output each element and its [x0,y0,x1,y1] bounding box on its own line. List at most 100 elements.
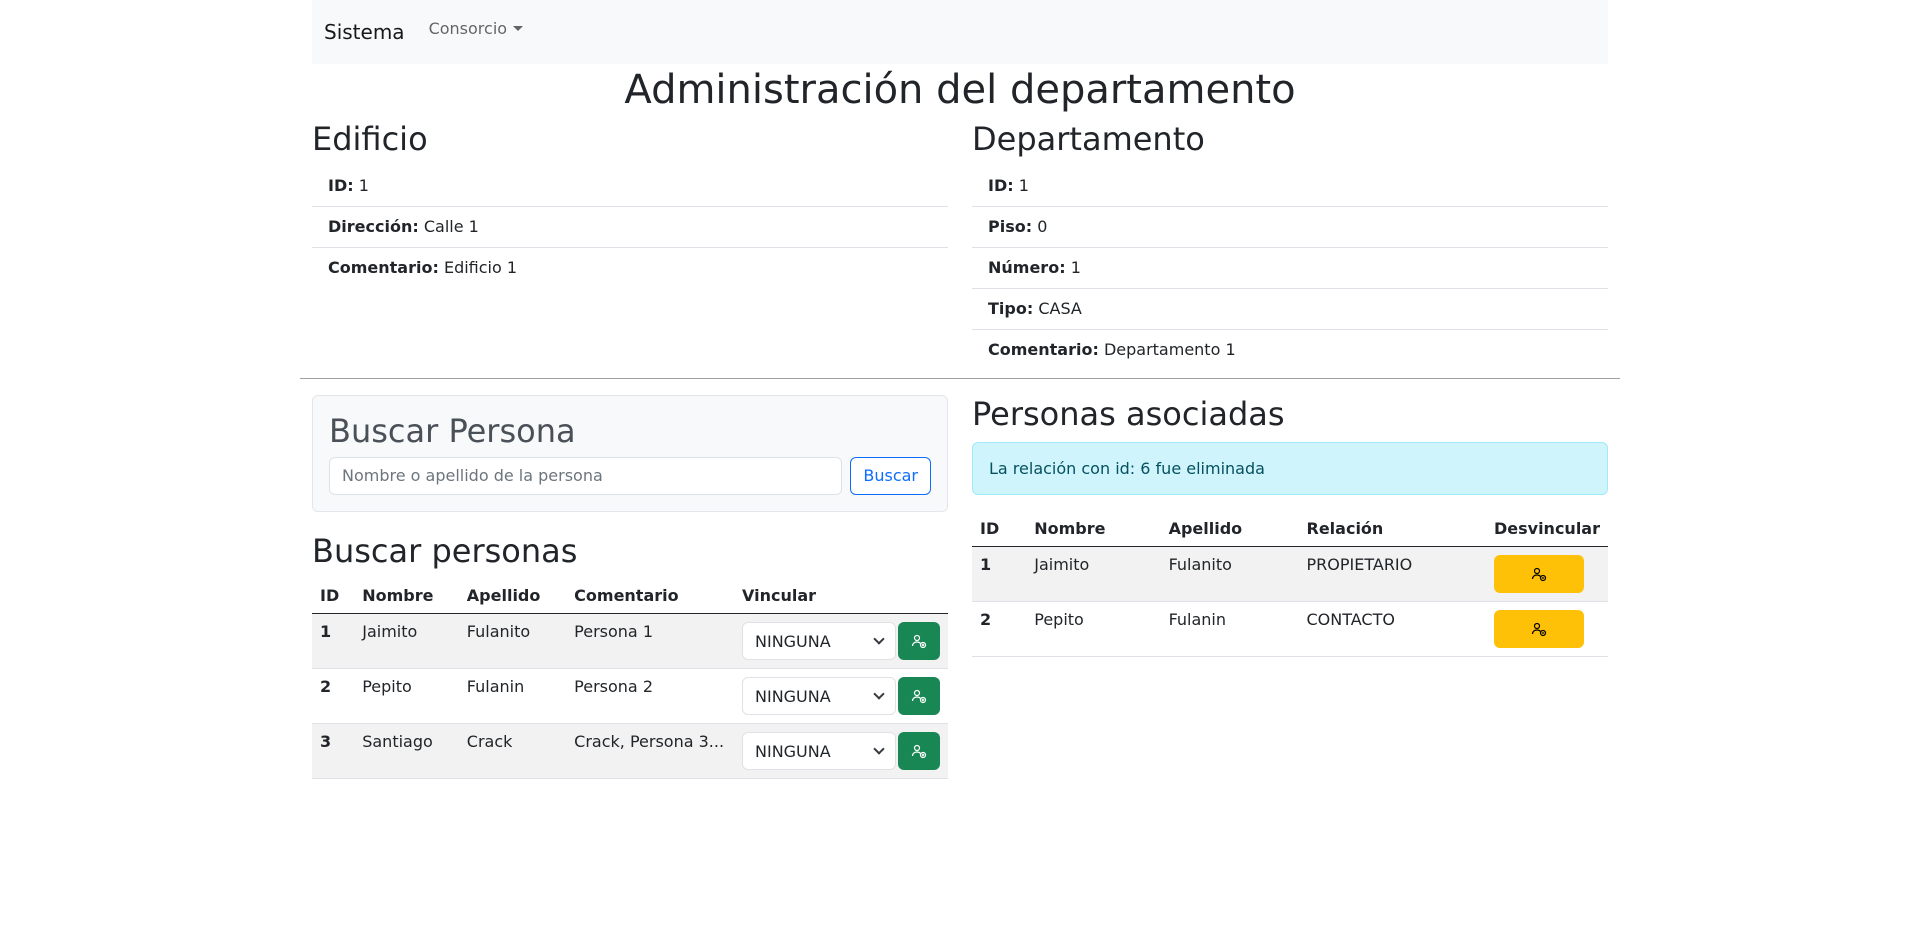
list-item: Comentario: Departamento 1 [972,330,1608,370]
info-row: Edificio ID: 1 Dirección: Calle 1 Coment… [312,114,1608,370]
cell-comentario: Persona 1 [566,613,734,670]
person-add-icon [911,690,927,704]
buscar-personas-title: Buscar personas [312,531,578,570]
table-row: 2 Pepito Fulanin CONTACTO [972,601,1608,657]
person-remove-icon [1531,622,1547,636]
cell-vincular: NINGUNA [734,613,948,670]
cell-id: 1 [312,613,355,670]
field-value: Departamento 1 [1103,340,1236,360]
departamento-section: Departamento ID: 1 Piso: 0 Número: 1 Tip… [972,114,1608,370]
relacion-select[interactable]: NINGUNA [742,732,896,771]
cell-vincular: NINGUNA [734,668,948,725]
col-header-vincular: Vincular [734,578,948,615]
person-add-icon [911,635,927,649]
col-header-id: ID [972,510,1027,547]
cell-apellido: Fulanito [1160,546,1299,602]
search-input[interactable] [329,456,843,495]
navbar: Sistema Consorcio [312,0,1608,64]
navbar-brand[interactable]: Sistema [324,20,405,44]
col-header-desvincular: Desvincular [1485,510,1608,547]
table-row: 3 Santiago Crack Crack, Persona 3... NIN… [312,723,948,780]
col-header-apellido: Apellido [1160,510,1299,547]
buscar-button[interactable]: Buscar [850,456,931,495]
cell-apellido: Fulanin [1160,601,1299,657]
cell-apellido: Fulanin [458,668,567,725]
field-label: Comentario: [328,258,439,278]
table-header-row: ID Nombre Apellido Comentario Vincular [312,578,948,615]
cell-nombre: Santiago [354,723,459,780]
vincular-button[interactable] [898,677,940,716]
list-item: Piso: 0 [972,207,1608,249]
consorcio-dropdown[interactable]: Consorcio [428,18,524,38]
desvincular-button[interactable] [1493,554,1584,593]
field-value: 1 [1070,258,1081,278]
col-header-apellido: Apellido [458,578,567,615]
personas-asociadas-title: Personas asociadas [972,395,1285,434]
departamento-title: Departamento [972,120,1205,158]
departamento-list: ID: 1 Piso: 0 Número: 1 Tipo: CASA Comen… [972,166,1608,370]
chevron-down-icon [873,633,885,645]
field-label: Piso: [988,217,1033,237]
relacion-select[interactable]: NINGUNA [742,622,896,661]
cell-nombre: Pepito [354,668,459,725]
list-item: Comentario: Edificio 1 [312,248,948,288]
desvincular-button[interactable] [1493,609,1584,648]
edificio-title: Edificio [312,120,428,158]
cell-id: 1 [972,546,1027,602]
table-row: 2 Pepito Fulanin Persona 2 NINGUNA [312,668,948,725]
field-value: CASA [1038,299,1082,319]
cell-comentario: Persona 2 [566,668,734,725]
field-label: Comentario: [988,340,1099,360]
cell-vincular: NINGUNA [734,723,948,780]
section-divider [300,378,1620,380]
field-value: Calle 1 [423,217,479,237]
cell-comentario: Crack, Persona 3... [566,723,734,780]
personas-asociadas-table: ID Nombre Apellido Relación Desvincular … [972,510,1608,657]
cell-relacion: CONTACTO [1298,601,1486,657]
person-remove-icon [1531,567,1547,581]
vincular-button[interactable] [898,732,940,771]
relacion-select-value: NINGUNA [755,686,831,706]
page-title: Administración del departamento [624,67,1296,113]
cell-desvincular [1485,601,1608,657]
buscar-persona-card: Buscar Persona Buscar [312,395,948,512]
edificio-section: Edificio ID: 1 Dirección: Calle 1 Coment… [312,114,948,370]
cell-nombre: Jaimito [354,613,459,670]
chevron-down-icon [873,743,885,755]
vincular-button[interactable] [898,622,940,661]
list-item: Número: 1 [972,248,1608,290]
col-header-nombre: Nombre [354,578,459,615]
main-container: Sistema Consorcio Administración del dep… [300,0,1620,780]
col-header-comentario: Comentario [566,578,734,615]
buscar-persona-title: Buscar Persona [329,412,576,451]
list-item: ID: 1 [312,166,948,208]
field-label: Tipo: [988,299,1034,319]
table-header-row: ID Nombre Apellido Relación Desvincular [972,510,1608,547]
col-header-id: ID [312,578,355,615]
cell-nombre: Jaimito [1026,546,1161,602]
cell-nombre: Pepito [1026,601,1161,657]
field-value: 0 [1037,217,1048,237]
field-label: Dirección: [328,217,419,237]
relacion-select-value: NINGUNA [755,631,831,651]
field-label: ID: [988,176,1014,196]
buscar-column: Buscar Persona Buscar Buscar personas ID… [312,395,948,780]
info-alert: La relación con id: 6 fue eliminada [972,441,1608,495]
cell-id: 2 [312,668,355,725]
consorcio-dropdown-label: Consorcio [428,18,508,38]
col-header-relacion: Relación [1298,510,1486,547]
cell-apellido: Fulanito [458,613,567,670]
relacion-select[interactable]: NINGUNA [742,677,896,716]
personas-row: Buscar Persona Buscar Buscar personas ID… [312,395,1608,780]
cell-id: 3 [312,723,355,780]
cell-id: 2 [972,601,1027,657]
list-item: ID: 1 [972,166,1608,208]
cell-relacion: PROPIETARIO [1298,546,1486,602]
field-label: Número: [988,258,1066,278]
table-row: 1 Jaimito Fulanito PROPIETARIO [972,546,1608,602]
caret-down-icon [513,25,524,31]
field-value: 1 [1018,176,1029,196]
list-item: Dirección: Calle 1 [312,207,948,249]
field-label: ID: [328,176,354,196]
relacion-select-value: NINGUNA [755,741,831,761]
